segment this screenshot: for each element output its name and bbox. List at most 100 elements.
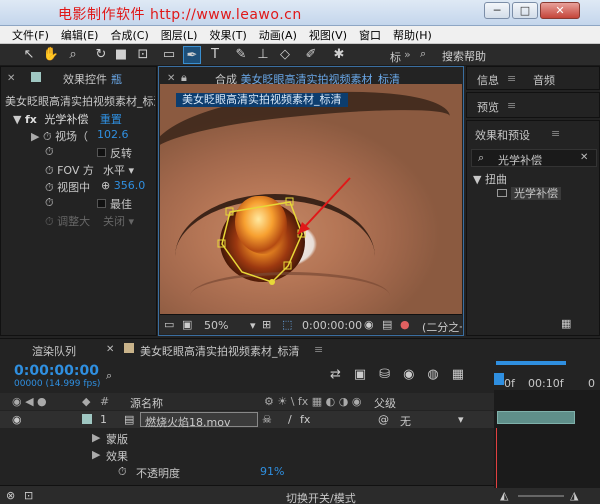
zoom-dropdown[interactable]: 50% ▾ — [204, 319, 255, 332]
chevron-right-icon[interactable]: ▶ — [92, 431, 100, 444]
clear-search-icon[interactable]: ✕ — [580, 152, 588, 163]
close-icon[interactable]: ✕ — [167, 73, 175, 84]
menu-icon[interactable]: ≡ — [314, 343, 323, 356]
opacity-value[interactable]: 91% — [260, 465, 284, 478]
show-snapshot-icon[interactable]: ▤ — [382, 318, 392, 331]
mask-visibility-icon[interactable]: ⬚ — [282, 318, 292, 331]
sublayer-masks[interactable]: ▶ 蒙版 — [0, 429, 494, 446]
playhead[interactable] — [494, 373, 504, 385]
stopwatch-icon[interactable]: ⏱ — [45, 215, 54, 228]
layer-duration-bar[interactable] — [497, 411, 575, 424]
optimal-pixels-checkbox[interactable]: 最佳 — [97, 196, 132, 212]
reset-link[interactable]: 重置 — [100, 113, 122, 126]
tab-effects-presets[interactable]: 效果和预设 — [475, 127, 530, 143]
minimize-button[interactable]: ─ — [484, 2, 510, 19]
chevron-right-icon[interactable]: ▶ — [92, 448, 100, 461]
close-icon[interactable]: ✕ — [7, 73, 15, 84]
menu-window[interactable]: 窗口 — [353, 27, 387, 43]
menu-file[interactable]: 文件(F) — [6, 27, 55, 43]
stopwatch-icon[interactable]: ⏱ — [45, 181, 54, 194]
maximize-button[interactable]: □ — [512, 2, 538, 19]
puppet-pin-tool-icon[interactable]: ✱ — [330, 46, 348, 64]
hand-tool-icon[interactable]: ✋ — [42, 46, 60, 64]
menu-edit[interactable]: 编辑(E) — [55, 27, 105, 43]
sublayer-effects[interactable]: ▶ 效果 — [0, 446, 494, 463]
menu-layer[interactable]: 图层(L) — [155, 27, 204, 43]
comp-flowchart-icon[interactable]: ⊗ — [6, 489, 15, 502]
new-folder-icon[interactable]: ▦ — [561, 317, 571, 330]
snapshot-icon[interactable]: ◉ — [364, 318, 374, 331]
source-name-header[interactable]: 源名称 — [130, 395, 163, 411]
channels-icon[interactable]: ● — [400, 318, 410, 331]
parent-header[interactable]: 父级 — [374, 395, 396, 411]
eye-icon[interactable]: ◉ — [12, 413, 22, 426]
stopwatch-icon[interactable]: ⏱ — [45, 164, 54, 177]
tab-render-queue[interactable]: 渲染队列 — [32, 343, 76, 359]
search-help-input[interactable]: 搜索帮助 — [442, 48, 486, 64]
roto-brush-tool-icon[interactable]: ✐ — [302, 46, 320, 64]
tab-preview[interactable]: 预览 — [477, 99, 499, 115]
stopwatch-icon[interactable]: ⏱ — [45, 145, 54, 159]
parent-dropdown[interactable]: 无 — [400, 413, 411, 429]
menu-composition[interactable]: 合成(C) — [104, 27, 154, 43]
menu-help[interactable]: 帮助(H) — [387, 27, 438, 43]
chevron-down-icon[interactable]: ▾ — [458, 413, 464, 426]
eraser-tool-icon[interactable]: ◇ — [276, 46, 294, 64]
tab-timeline-comp[interactable]: 美女眨眼高清实拍视频素材_标清 — [140, 343, 300, 359]
timeline-switches-icons[interactable]: ⇄▣⛁◉◍▦ — [330, 367, 477, 382]
resize-dropdown[interactable]: 关闭 ▾ — [103, 213, 134, 229]
stopwatch-icon[interactable]: ⏱ — [43, 130, 52, 143]
composition-subtab[interactable]: 美女眨眼高清实拍视频素材_标清 — [176, 93, 348, 107]
search-icon[interactable]: ⌕ — [106, 369, 112, 383]
preview-icon[interactable]: ▣ — [182, 318, 192, 331]
timeline-track-area[interactable] — [494, 390, 600, 488]
label-color[interactable] — [82, 414, 92, 424]
layer-row[interactable]: ◉ 1 ▤ 燃烧火焰18.mov ☠ / fx @ 无 ▾ — [0, 411, 494, 429]
menu-icon[interactable]: ≡ — [507, 72, 516, 85]
layer-name-field[interactable]: 燃烧火焰18.mov — [140, 412, 258, 429]
mask-path[interactable] — [160, 84, 462, 314]
brush-tool-icon[interactable]: ✎ — [232, 46, 250, 64]
view-center-value[interactable]: ⊕ 356.0 — [101, 179, 145, 192]
fov-orientation-dropdown[interactable]: 水平 ▾ — [103, 162, 134, 178]
viewer-timecode[interactable]: 0:00:00:00 — [302, 319, 362, 332]
quality-icon[interactable]: / — [288, 413, 292, 426]
rectangle-tool-icon[interactable]: ▭ — [160, 46, 178, 64]
zoom-tool-icon[interactable]: ⌕ — [64, 46, 82, 64]
current-time-display[interactable]: 0:00:00:00 — [14, 363, 99, 379]
clone-stamp-tool-icon[interactable]: ⊥ — [254, 46, 272, 64]
menu-icon[interactable]: ≡ — [551, 127, 560, 140]
resolution-dropdown[interactable]: (二分之一 — [422, 319, 462, 335]
tab-audio[interactable]: 音频 — [533, 72, 555, 88]
tab-info[interactable]: 信息 — [477, 72, 499, 88]
composition-viewer[interactable] — [160, 84, 462, 314]
pen-tool-icon[interactable]: ✒ — [183, 46, 201, 64]
rotate-tool-icon[interactable]: ↻ — [92, 46, 110, 64]
reverse-checkbox[interactable]: 反转 — [97, 145, 132, 161]
expand-icon[interactable]: ⊡ — [24, 489, 33, 502]
effect-item-optics-compensation[interactable]: 光学补偿 — [497, 185, 561, 201]
pan-behind-tool-icon[interactable]: ⊡ — [134, 46, 152, 64]
safe-zones-icon[interactable]: ⊞ — [262, 318, 271, 331]
zoom-out-icon[interactable]: ◭ — [500, 489, 508, 502]
zoom-in-icon[interactable]: ◮ — [570, 489, 578, 502]
zoom-slider[interactable] — [518, 495, 564, 497]
selection-tool-icon[interactable]: ↖ — [20, 46, 38, 64]
camera-tool-icon[interactable]: ■ — [112, 46, 130, 64]
parent-pickwhip-icon[interactable]: @ — [378, 413, 389, 426]
close-icon[interactable]: ✕ — [106, 344, 114, 355]
fx-icon[interactable]: fx — [300, 413, 310, 426]
work-area-bar[interactable] — [496, 361, 566, 365]
type-tool-icon[interactable]: T — [206, 46, 224, 64]
workspace-selector[interactable]: 标 — [390, 49, 401, 65]
stopwatch-icon[interactable]: ⏱ — [118, 465, 127, 479]
toggle-switches-modes[interactable]: 切换开关/模式 — [286, 490, 356, 504]
effects-search-field[interactable]: ⌕ 光学补偿 ✕ — [471, 149, 597, 167]
mask-handle[interactable] — [269, 279, 275, 285]
monitor-icon[interactable]: ▭ — [164, 318, 174, 331]
lock-icon[interactable]: 🔒︎ — [181, 71, 187, 85]
menu-animation[interactable]: 动画(A) — [253, 27, 303, 43]
menu-effect[interactable]: 效果(T) — [203, 27, 252, 43]
fov-value[interactable]: 102.6 — [97, 128, 129, 141]
effect-controls-tab[interactable]: 效果控件 — [63, 71, 107, 87]
